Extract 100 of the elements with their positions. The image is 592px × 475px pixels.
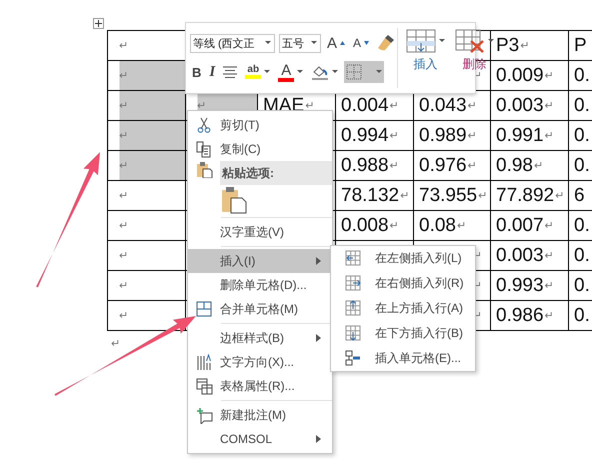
insert-row-below-icon <box>344 325 362 342</box>
insert-column-left-icon <box>344 250 362 267</box>
paragraph-mark: ↵ <box>390 159 399 172</box>
paragraph-mark: ↵ <box>520 39 530 52</box>
brush-icon <box>377 34 395 52</box>
grow-font-button[interactable]: A <box>324 32 347 54</box>
paragraph-mark: ↵ <box>111 337 120 350</box>
cell-text: 0.988 <box>341 154 389 176</box>
table-icon <box>196 300 212 318</box>
paragraph-mark: ↵ <box>390 99 399 112</box>
paragraph-mark: ↵ <box>544 129 554 142</box>
menu-item[interactable]: 合并单元格(M) <box>188 297 332 321</box>
menu-item[interactable]: 在右侧插入列(R) <box>331 271 475 296</box>
caret-icon <box>376 70 382 74</box>
text-direction-icon <box>196 354 212 370</box>
menu-item[interactable]: 在下方插入行(B) <box>331 321 475 346</box>
insert-row-above-icon <box>344 300 362 317</box>
cell-text: 0.004 <box>341 94 389 116</box>
paragraph-mark: ↵ <box>119 219 128 232</box>
paragraph-mark: ↵ <box>544 279 554 292</box>
cell-text: 0.003 <box>496 244 544 266</box>
font-size-field[interactable]: 五号 <box>279 34 321 52</box>
caret-icon <box>264 70 270 74</box>
cell-text: 0. <box>574 244 590 266</box>
cell-text: 78.132 <box>341 184 400 206</box>
copy-icon <box>196 140 212 158</box>
cell-text: 0.993 <box>496 274 544 296</box>
paragraph-mark: ↵ <box>544 99 554 112</box>
font-color-button[interactable]: A <box>276 61 306 83</box>
caret-icon <box>332 70 338 74</box>
paragraph-mark: ↵ <box>390 219 399 232</box>
paragraph-mark: ↵ <box>390 129 399 142</box>
paragraph-mark: ↵ <box>119 279 128 292</box>
paragraph-mark: ↵ <box>119 129 128 142</box>
cell-text: 0.009 <box>496 64 544 86</box>
cell-text: 0. <box>574 64 590 86</box>
caret-icon <box>310 41 317 45</box>
paragraph-mark: ↵ <box>119 309 128 322</box>
highlight-button[interactable]: ab <box>243 61 272 83</box>
cell-text: 0. <box>574 274 590 296</box>
cell-text: 0.986 <box>496 304 544 326</box>
menu-item[interactable]: 在上方插入行(A) <box>331 296 475 321</box>
cell-text: 0.043 <box>419 94 467 116</box>
insert-cell-icon <box>344 350 362 367</box>
menu-item[interactable]: COMSOL <box>188 427 332 451</box>
font-name-field[interactable]: 等线 (西文正 <box>190 34 276 52</box>
paragraph-mark: ↵ <box>534 159 544 172</box>
paragraph-mark: ↵ <box>456 219 466 232</box>
menu-item[interactable]: 文字方向(X)... <box>188 350 332 374</box>
clipboard-icon <box>196 161 212 178</box>
table-move-handle-icon[interactable] <box>93 18 104 29</box>
paragraph-mark: ↵ <box>544 309 554 322</box>
borders-button[interactable] <box>344 61 384 83</box>
paragraph-mark: ↵ <box>305 99 314 112</box>
paragraph-mark: ↵ <box>544 249 554 262</box>
shrink-font-button[interactable]: A <box>350 32 371 54</box>
cell-text: 0.976 <box>419 154 467 176</box>
cell-text: P <box>574 34 587 56</box>
italic-button[interactable]: I <box>207 61 218 83</box>
paste-icon[interactable] <box>221 186 247 214</box>
cell-text: 6 <box>574 184 585 206</box>
cell-text: 0. <box>574 304 590 326</box>
up-triangle-icon <box>340 41 345 45</box>
paragraph-mark: ↵ <box>478 189 488 202</box>
table-properties-icon <box>196 378 212 394</box>
menu-item[interactable]: 在左侧插入列(L) <box>331 246 475 271</box>
menu-item[interactable]: 插入单元格(E)... <box>331 346 475 371</box>
cell-text: 73.955 <box>419 184 478 206</box>
menu-item[interactable]: 表格属性(R)... <box>188 374 332 398</box>
menu-item[interactable]: 插入(I) <box>188 249 332 273</box>
scissors-icon <box>196 116 212 134</box>
paragraph-mark: ↵ <box>119 99 128 112</box>
bold-button[interactable]: B <box>190 61 204 83</box>
menu-item[interactable]: 删除单元格(D)... <box>188 273 332 297</box>
paragraph-mark: ↵ <box>468 129 477 142</box>
paragraph-mark: ↵ <box>544 219 554 232</box>
cell-text: 77.892 <box>496 184 554 206</box>
caret-icon <box>297 70 304 74</box>
cell-text: 0.003 <box>496 94 544 116</box>
align-center-icon <box>223 66 238 78</box>
cell-text: 0.994 <box>341 124 389 146</box>
cell-text: 0. <box>574 94 590 116</box>
menu-item[interactable]: 边框样式(B) <box>188 326 332 350</box>
menu-header: 粘贴选项: <box>220 161 332 185</box>
menu-item[interactable]: 剪切(T) <box>188 113 332 137</box>
cell-text: 0.98 <box>496 154 533 176</box>
menu-item[interactable]: 新建批注(M) <box>188 403 332 427</box>
cell-text: 0. <box>574 124 590 146</box>
cell-text: 0.991 <box>496 124 544 146</box>
cell-text: 0. <box>574 154 590 176</box>
insert-button[interactable]: 插入 <box>406 29 445 93</box>
cell-text: 0.007 <box>496 214 544 236</box>
down-triangle-icon <box>364 41 369 45</box>
paragraph-mark: ↵ <box>119 69 128 82</box>
cell-text: 0.008 <box>341 214 389 236</box>
table-delete-icon <box>455 29 485 53</box>
dotted-grid-icon <box>346 64 362 80</box>
menu-item[interactable]: 汉字重选(V) <box>188 220 332 244</box>
menu-item[interactable]: 复制(C) <box>188 137 332 161</box>
cell-text: 0.08 <box>419 214 456 236</box>
